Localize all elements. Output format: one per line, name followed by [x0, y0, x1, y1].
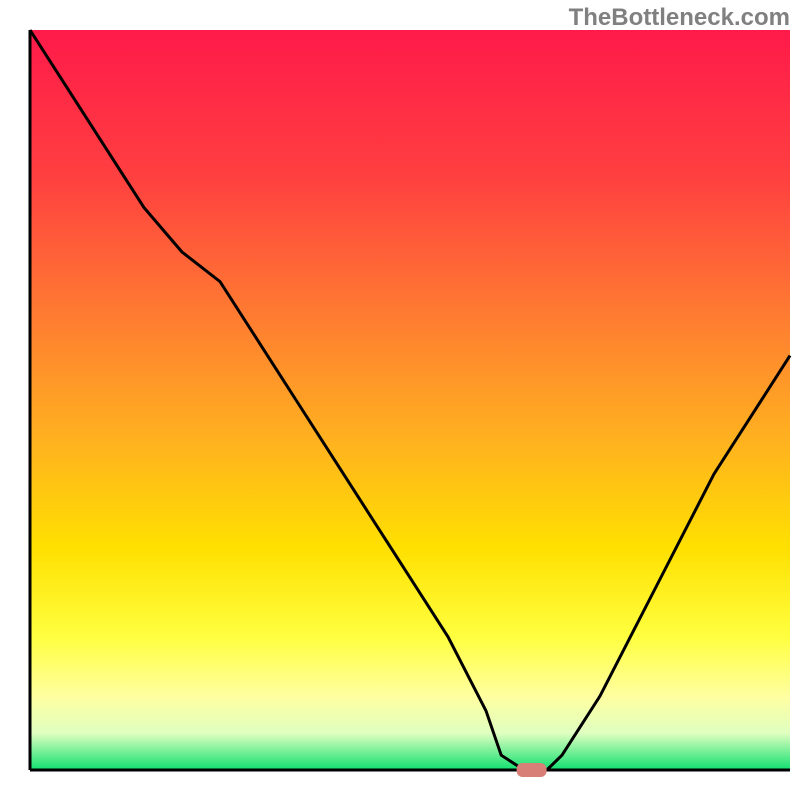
chart-container: TheBottleneck.com [0, 0, 800, 800]
minimum-marker [517, 763, 547, 777]
bottleneck-chart [0, 0, 800, 800]
watermark-text: TheBottleneck.com [569, 4, 790, 32]
gradient-background [30, 30, 790, 770]
